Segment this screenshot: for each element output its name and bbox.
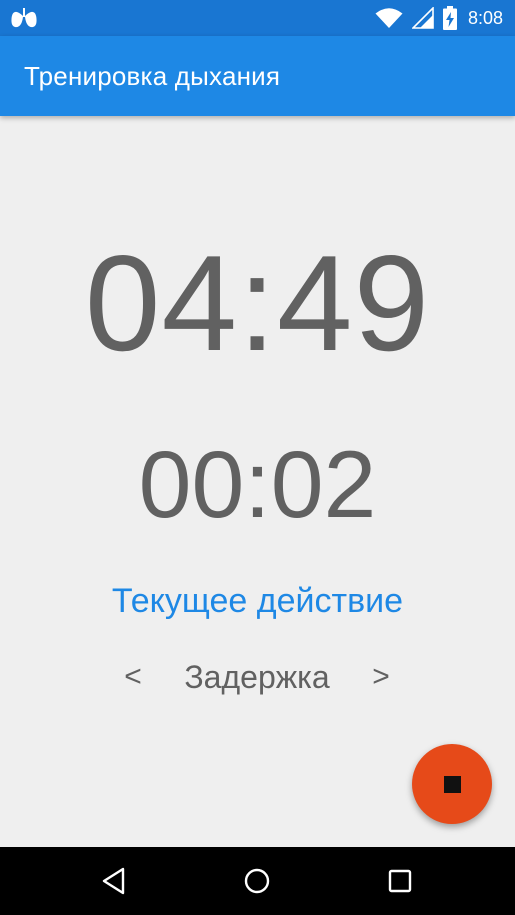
current-action-label: Текущее действие (111, 582, 404, 620)
battery-charging-icon (442, 6, 457, 30)
back-icon[interactable] (98, 864, 132, 898)
app-title: Тренировка дыхания (24, 60, 281, 91)
phase-timer: 00:02 (138, 432, 377, 538)
recents-icon[interactable] (383, 864, 417, 898)
previous-action-button[interactable]: < (113, 654, 153, 700)
stop-button[interactable] (412, 744, 492, 824)
lungs-icon (11, 8, 37, 28)
status-left (10, 7, 38, 29)
current-action-name: Задержка (184, 659, 330, 695)
status-right: 8:08 (375, 6, 503, 30)
status-bar: 8:08 (0, 0, 515, 36)
action-selector: < Задержка > (0, 654, 515, 700)
stop-icon (443, 775, 461, 793)
next-action-button[interactable]: > (361, 654, 401, 700)
home-icon[interactable] (240, 864, 274, 898)
screen: 8:08 Тренировка дыхания 04:49 00:02 Теку… (0, 0, 515, 915)
total-timer: 04:49 (84, 227, 431, 379)
app-bar: Тренировка дыхания (0, 36, 515, 116)
signal-icon (411, 7, 434, 29)
navigation-bar (0, 847, 515, 915)
status-time: 8:08 (467, 7, 503, 28)
wifi-icon (375, 8, 403, 28)
